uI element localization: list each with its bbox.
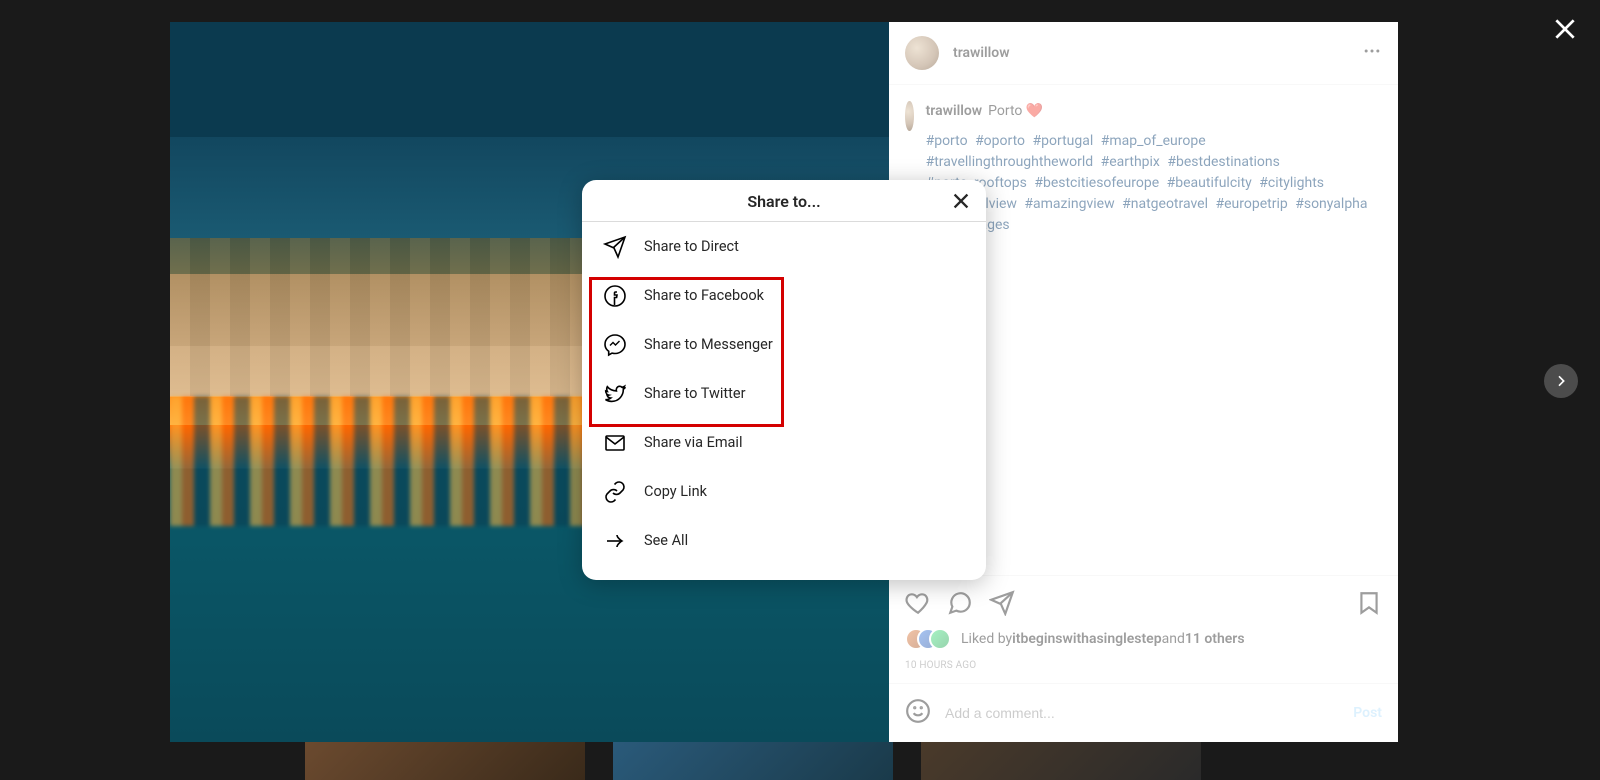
close-icon — [950, 190, 972, 212]
hashtag[interactable]: #earthpix — [1101, 154, 1160, 170]
share-option-copy-link[interactable]: Copy Link — [582, 467, 986, 516]
post-timestamp: 10 HOURS AGO — [905, 656, 1382, 683]
hashtag[interactable]: #oporto — [975, 133, 1025, 149]
hashtag[interactable]: #travellingthroughtheworld — [926, 154, 1094, 170]
next-post-button[interactable] — [1544, 364, 1578, 398]
bg-thumb — [305, 742, 585, 780]
email-icon — [602, 430, 628, 456]
like-avatars — [905, 628, 953, 650]
likes-row[interactable]: Liked by itbeginswithasinglestep and 11 … — [905, 622, 1382, 656]
hashtag[interactable]: #map_of_europe — [1101, 133, 1206, 149]
direct-icon — [602, 234, 628, 260]
twitter-icon — [602, 381, 628, 407]
chevron-right-icon — [1553, 373, 1569, 389]
more-icon — [1362, 41, 1382, 61]
likes-prefix: Liked by — [961, 631, 1012, 647]
comment-button[interactable] — [947, 590, 973, 620]
author-avatar[interactable] — [905, 36, 939, 70]
hashtag[interactable]: #europetrip — [1216, 196, 1288, 212]
likes-and: and — [1162, 631, 1185, 647]
share-options-list[interactable]: Share to Direct Share to Facebook Share … — [582, 222, 986, 580]
share-option-label: Share to Direct — [644, 238, 739, 255]
hashtag[interactable]: #natgeotravel — [1122, 196, 1208, 212]
post-comment-button[interactable]: Post — [1353, 705, 1382, 721]
save-button[interactable] — [1356, 590, 1382, 620]
heart-emoji: ❤️ — [1026, 103, 1043, 119]
caption-avatar[interactable] — [905, 101, 914, 131]
like-button[interactable] — [905, 590, 931, 620]
likes-user[interactable]: itbeginswithasinglestep — [1012, 631, 1161, 647]
share-option-messenger[interactable]: Share to Messenger — [582, 320, 986, 369]
hashtag[interactable]: #sonyalpha — [1295, 196, 1367, 212]
comment-icon — [947, 590, 973, 616]
caption-text: Porto — [988, 103, 1022, 119]
hashtag[interactable]: #bestdestinations — [1167, 154, 1280, 170]
share-option-twitter[interactable]: Share to Twitter — [582, 369, 986, 418]
share-modal: Share to... Share to Direct Share to Fac… — [582, 180, 986, 580]
heart-icon — [905, 590, 931, 616]
share-option-label: Share to Twitter — [644, 385, 746, 402]
comment-composer: Post — [889, 683, 1398, 742]
share-option-direct[interactable]: Share to Direct — [582, 222, 986, 271]
share-modal-title: Share to... — [582, 180, 986, 222]
share-option-label: Share via Email — [644, 434, 742, 451]
share-option-see-all[interactable]: See All — [582, 516, 986, 565]
hashtag[interactable]: #portugal — [1033, 133, 1094, 149]
link-icon — [602, 479, 628, 505]
caption-username[interactable]: trawillow — [926, 103, 983, 119]
author-username[interactable]: trawillow — [953, 45, 1010, 61]
likes-others[interactable]: 11 others — [1185, 631, 1245, 647]
share-option-facebook[interactable]: Share to Facebook — [582, 271, 986, 320]
arrow-right-icon — [602, 528, 628, 554]
more-options-button[interactable] — [1362, 41, 1382, 65]
comment-input[interactable] — [945, 705, 1353, 721]
hashtag[interactable]: #bestcitiesofeurope — [1034, 175, 1159, 191]
hashtags: #porto #oporto #portugal #map_of_europe … — [926, 131, 1382, 236]
hashtag[interactable]: #citylights — [1259, 175, 1324, 191]
share-button[interactable] — [989, 590, 1015, 620]
facebook-icon — [602, 283, 628, 309]
close-viewer-button[interactable] — [1552, 16, 1578, 46]
share-option-label: Copy Link — [644, 483, 707, 500]
bookmark-icon — [1356, 590, 1382, 616]
close-icon — [1552, 16, 1578, 42]
post-caption: trawillow Porto ❤️ #porto #oporto #portug… — [926, 101, 1382, 236]
share-modal-close-button[interactable] — [950, 190, 972, 216]
messenger-icon — [602, 332, 628, 358]
share-icon — [989, 590, 1015, 616]
hashtag[interactable]: #amazingview — [1024, 196, 1114, 212]
share-option-email[interactable]: Share via Email — [582, 418, 986, 467]
background-thumbnails — [305, 742, 1201, 780]
share-option-label: See All — [644, 532, 688, 549]
hashtag[interactable]: #porto — [926, 133, 968, 149]
post-header: trawillow — [889, 22, 1398, 85]
emoji-icon — [905, 698, 931, 724]
post-actions: Liked by itbeginswithasinglestep and 11 … — [889, 575, 1398, 683]
emoji-button[interactable] — [905, 698, 931, 728]
overflow-spacer — [582, 565, 986, 580]
share-option-label: Share to Messenger — [644, 336, 773, 353]
bg-thumb — [613, 742, 893, 780]
hashtag[interactable]: #beautifulcity — [1167, 175, 1252, 191]
share-option-label: Share to Facebook — [644, 287, 764, 304]
bg-thumb — [921, 742, 1201, 780]
